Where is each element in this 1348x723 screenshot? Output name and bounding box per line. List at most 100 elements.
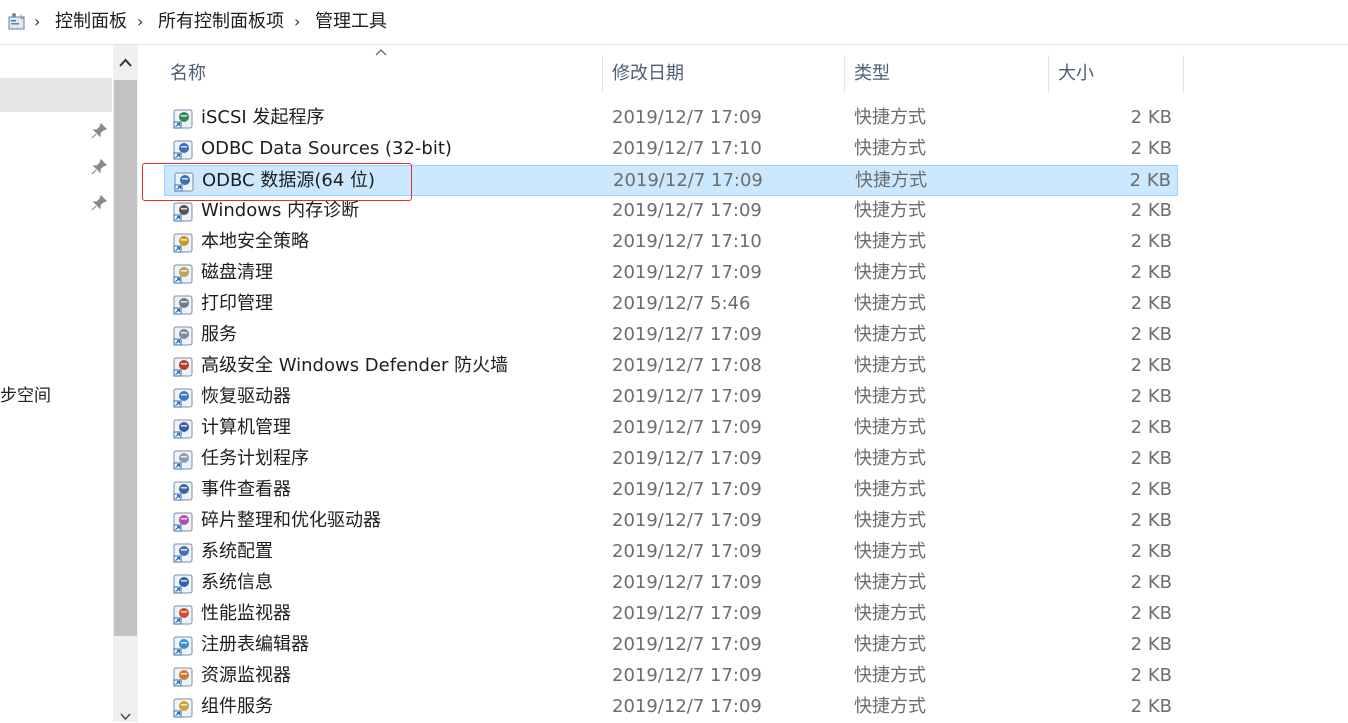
file-type: 快捷方式 [854, 386, 926, 407]
file-name: iSCSI 发起程序 [201, 107, 325, 128]
column-divider[interactable] [602, 55, 603, 93]
highlight-box [142, 163, 412, 201]
scroll-up-icon[interactable] [113, 55, 138, 71]
print-management-icon [172, 294, 194, 316]
file-name: 组件服务 [201, 696, 273, 717]
file-size: 2 KB [1130, 386, 1172, 407]
file-modified-date: 2019/12/7 17:09 [612, 479, 762, 500]
file-modified-date: 2019/12/7 17:09 [612, 200, 762, 221]
file-name: 事件查看器 [201, 479, 291, 500]
file-modified-date: 2019/12/7 17:09 [612, 262, 762, 283]
file-modified-date: 2019/12/7 17:09 [612, 603, 762, 624]
file-size: 2 KB [1130, 541, 1172, 562]
nav-item-sync-space[interactable]: 步空间 [0, 385, 51, 407]
file-name: 服务 [201, 324, 237, 345]
file-row[interactable]: 任务计划程序 2019/12/7 17:09 快捷方式 2 KB [164, 444, 1178, 475]
file-type: 快捷方式 [854, 448, 926, 469]
file-modified-date: 2019/12/7 17:09 [612, 324, 762, 345]
file-row[interactable]: 服务 2019/12/7 17:09 快捷方式 2 KB [164, 320, 1178, 351]
file-size: 2 KB [1130, 138, 1172, 159]
file-row[interactable]: 注册表编辑器 2019/12/7 17:09 快捷方式 2 KB [164, 630, 1178, 661]
breadcrumb-admin-tools[interactable]: 管理工具 [315, 11, 387, 33]
file-modified-date: 2019/12/7 17:09 [612, 448, 762, 469]
file-name: 任务计划程序 [201, 448, 309, 469]
file-type: 快捷方式 [854, 324, 926, 345]
system-config-icon [172, 542, 194, 564]
pin-icon[interactable] [90, 194, 108, 212]
file-name: 系统配置 [201, 541, 273, 562]
recovery-drive-icon [172, 387, 194, 409]
file-row[interactable]: 组件服务 2019/12/7 17:09 快捷方式 2 KB [164, 692, 1178, 723]
file-size: 2 KB [1130, 293, 1172, 314]
file-row[interactable]: 计算机管理 2019/12/7 17:09 快捷方式 2 KB [164, 413, 1178, 444]
file-row[interactable]: iSCSI 发起程序 2019/12/7 17:09 快捷方式 2 KB [164, 103, 1178, 134]
file-modified-date: 2019/12/7 17:09 [612, 541, 762, 562]
performance-monitor-icon [172, 604, 194, 626]
file-row[interactable]: 磁盘清理 2019/12/7 17:09 快捷方式 2 KB [164, 258, 1178, 289]
address-bar[interactable]: › 控制面板 › 所有控制面板项 › 管理工具 [0, 0, 1348, 45]
file-row[interactable]: 打印管理 2019/12/7 5:46 快捷方式 2 KB [164, 289, 1178, 320]
file-name: 高级安全 Windows Defender 防火墙 [201, 355, 509, 376]
file-type: 快捷方式 [854, 262, 926, 283]
file-row[interactable]: 事件查看器 2019/12/7 17:09 快捷方式 2 KB [164, 475, 1178, 506]
pin-icon[interactable] [90, 158, 108, 176]
file-row[interactable]: ODBC Data Sources (32-bit) 2019/12/7 17:1… [164, 134, 1178, 165]
column-header-date[interactable]: 修改日期 [612, 63, 684, 85]
file-type: 快捷方式 [854, 541, 926, 562]
breadcrumb-separator: › [34, 12, 41, 31]
file-row[interactable]: 高级安全 Windows Defender 防火墙 2019/12/7 17:08… [164, 351, 1178, 382]
computer-management-icon [172, 418, 194, 440]
file-size: 2 KB [1130, 479, 1172, 500]
column-header-name[interactable]: 名称 [170, 63, 206, 85]
file-row[interactable]: 性能监视器 2019/12/7 17:09 快捷方式 2 KB [164, 599, 1178, 630]
file-row[interactable]: 恢复驱动器 2019/12/7 17:09 快捷方式 2 KB [164, 382, 1178, 413]
column-header-type[interactable]: 类型 [854, 63, 890, 85]
breadcrumb-separator[interactable]: › [137, 11, 143, 33]
file-type: 快捷方式 [854, 572, 926, 593]
file-modified-date: 2019/12/7 17:10 [612, 138, 762, 159]
registry-editor-icon [172, 635, 194, 657]
file-type: 快捷方式 [854, 355, 926, 376]
file-name: 资源监视器 [201, 665, 291, 686]
file-modified-date: 2019/12/7 17:09 [612, 572, 762, 593]
file-name: 系统信息 [201, 572, 273, 593]
system-info-icon [172, 573, 194, 595]
file-row[interactable]: 系统信息 2019/12/7 17:09 快捷方式 2 KB [164, 568, 1178, 599]
control-panel-icon [8, 13, 25, 30]
file-row[interactable]: 碎片整理和优化驱动器 2019/12/7 17:09 快捷方式 2 KB [164, 506, 1178, 537]
scroll-down-icon[interactable] [113, 709, 138, 723]
file-type: 快捷方式 [854, 200, 926, 221]
file-type: 快捷方式 [855, 170, 927, 191]
scrollbar-thumb[interactable] [114, 80, 137, 636]
file-size: 2 KB [1130, 200, 1172, 221]
column-divider[interactable] [1183, 55, 1184, 93]
file-row[interactable]: 本地安全策略 2019/12/7 17:10 快捷方式 2 KB [164, 227, 1178, 258]
file-list[interactable]: 名称 修改日期 类型 大小 iSCSI 发起程序 2019/12/7 17:09 快… [142, 45, 1348, 722]
event-viewer-icon [172, 480, 194, 502]
file-modified-date: 2019/12/7 17:09 [612, 665, 762, 686]
component-services-icon [172, 697, 194, 719]
file-modified-date: 2019/12/7 17:08 [612, 355, 762, 376]
pin-icon[interactable] [90, 122, 108, 140]
file-type: 快捷方式 [854, 603, 926, 624]
file-row[interactable]: 资源监视器 2019/12/7 17:09 快捷方式 2 KB [164, 661, 1178, 692]
breadcrumb-all-items[interactable]: 所有控制面板项 [158, 11, 284, 33]
breadcrumb-separator[interactable]: › [294, 11, 300, 33]
file-row[interactable]: 系统配置 2019/12/7 17:09 快捷方式 2 KB [164, 537, 1178, 568]
file-modified-date: 2019/12/7 5:46 [612, 293, 751, 314]
file-name: 磁盘清理 [201, 262, 273, 283]
column-divider[interactable] [844, 55, 845, 93]
file-size: 2 KB [1130, 417, 1172, 438]
nav-selected-item[interactable] [0, 78, 112, 112]
task-scheduler-icon [172, 449, 194, 471]
file-size: 2 KB [1130, 603, 1172, 624]
file-modified-date: 2019/12/7 17:10 [612, 231, 762, 252]
disk-cleanup-icon [172, 263, 194, 285]
column-header-size[interactable]: 大小 [1058, 63, 1094, 85]
navigation-pane[interactable]: 步空间 [0, 45, 112, 722]
vertical-scrollbar[interactable] [113, 45, 138, 722]
column-divider[interactable] [1048, 55, 1049, 93]
file-type: 快捷方式 [854, 107, 926, 128]
file-type: 快捷方式 [854, 634, 926, 655]
breadcrumb-control-panel[interactable]: 控制面板 [55, 11, 127, 33]
